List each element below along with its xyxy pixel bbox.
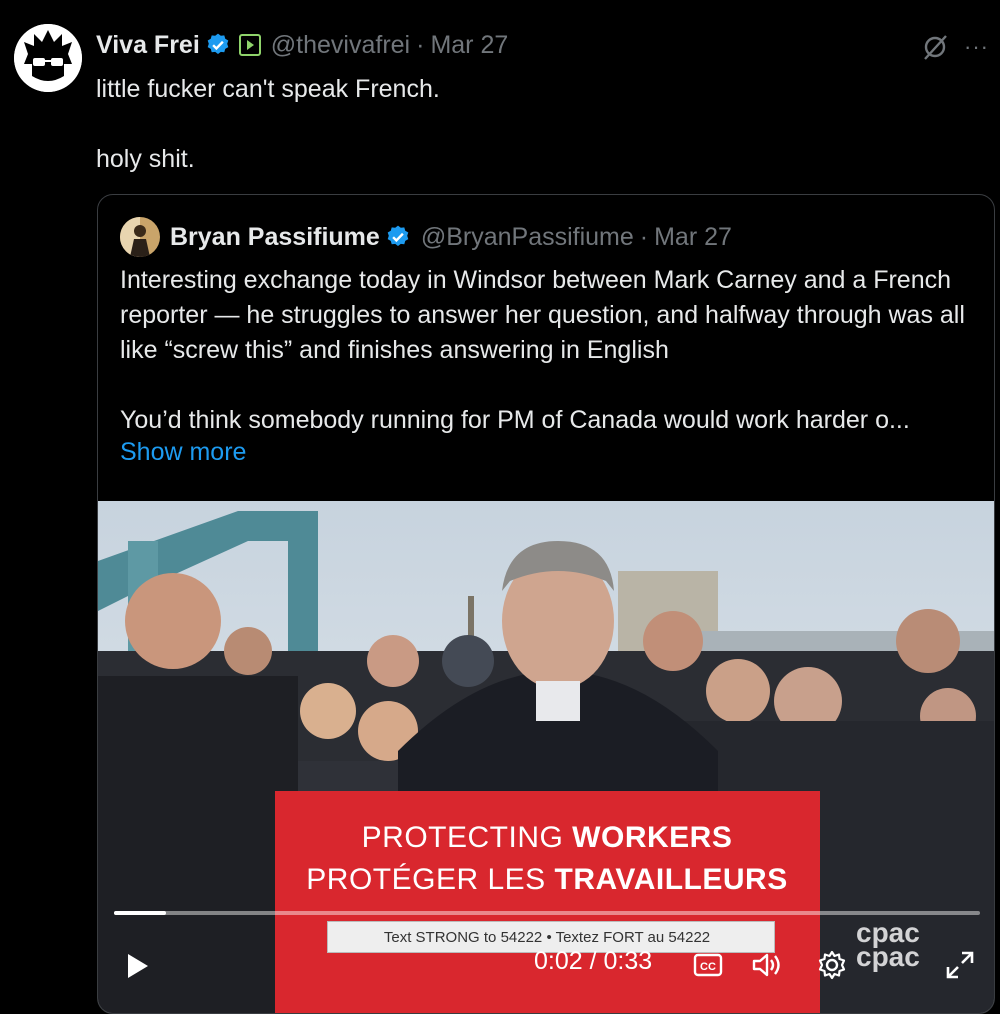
video-progress-bar[interactable]	[114, 911, 980, 915]
affiliate-badge-icon	[238, 34, 261, 56]
viva-frei-avatar[interactable]	[14, 24, 82, 92]
author-handle[interactable]: @thevivafrei	[271, 31, 410, 60]
sign-line-1-a: PROTECTING	[361, 821, 573, 854]
quote-header: Bryan Passifiume @BryanPassifiume · Mar …	[170, 221, 732, 253]
settings-gear-icon[interactable]	[816, 949, 848, 981]
quote-author-name[interactable]: Bryan Passifiume	[170, 223, 380, 252]
author-name[interactable]: Viva Frei	[96, 31, 200, 60]
tweet-date[interactable]: Mar 27	[430, 31, 508, 60]
verified-badge-icon	[207, 33, 229, 54]
more-options-icon[interactable]: ···	[964, 36, 989, 58]
video-time: 0:02 / 0:33	[534, 947, 653, 975]
quote-separator-dot: ·	[639, 222, 649, 251]
tweet-header: Viva Frei @thevivafrei · Mar 27	[96, 30, 1000, 60]
sign-line-1-b: WORKERS	[572, 821, 733, 854]
sign-line-1: PROTECTING WORKERS	[98, 821, 994, 855]
quoted-tweet[interactable]: Bryan Passifiume @BryanPassifiume · Mar …	[97, 194, 995, 1014]
video-player[interactable]: PROTECTING WORKERS PROTÉGER LES TRAVAILL…	[98, 501, 994, 1013]
show-more-link[interactable]: Show more	[120, 438, 246, 467]
sign-line-2-b: TRAVAILLEURS	[554, 863, 788, 896]
volume-icon[interactable]	[750, 949, 782, 981]
quote-verified-badge-icon	[387, 225, 409, 246]
avatar-graphic	[14, 24, 82, 92]
grok-icon[interactable]	[920, 32, 950, 62]
captions-icon[interactable]: CC	[692, 949, 724, 981]
fullscreen-icon[interactable]	[944, 949, 976, 981]
bryan-passifiume-avatar[interactable]	[120, 217, 160, 257]
cpac-watermark: cpac cpac	[856, 919, 920, 972]
quote-date[interactable]: Mar 27	[654, 223, 732, 252]
svg-text:CC: CC	[700, 961, 716, 973]
sign-line-2-a: PROTÉGER LES	[306, 863, 555, 896]
quote-avatar-graphic	[120, 217, 160, 257]
tweet-text: little fucker can't speak French. holy s…	[96, 75, 440, 173]
quote-author-handle[interactable]: @BryanPassifiume	[421, 223, 634, 252]
cpac-watermark-2: cpac	[856, 941, 920, 972]
quote-text: Interesting exchange today in Windsor be…	[120, 266, 965, 434]
separator-dot: ·	[416, 30, 425, 59]
video-progress-fill	[114, 911, 166, 915]
sign-line-2: PROTÉGER LES TRAVAILLEURS	[98, 863, 994, 897]
play-icon[interactable]	[122, 951, 152, 981]
